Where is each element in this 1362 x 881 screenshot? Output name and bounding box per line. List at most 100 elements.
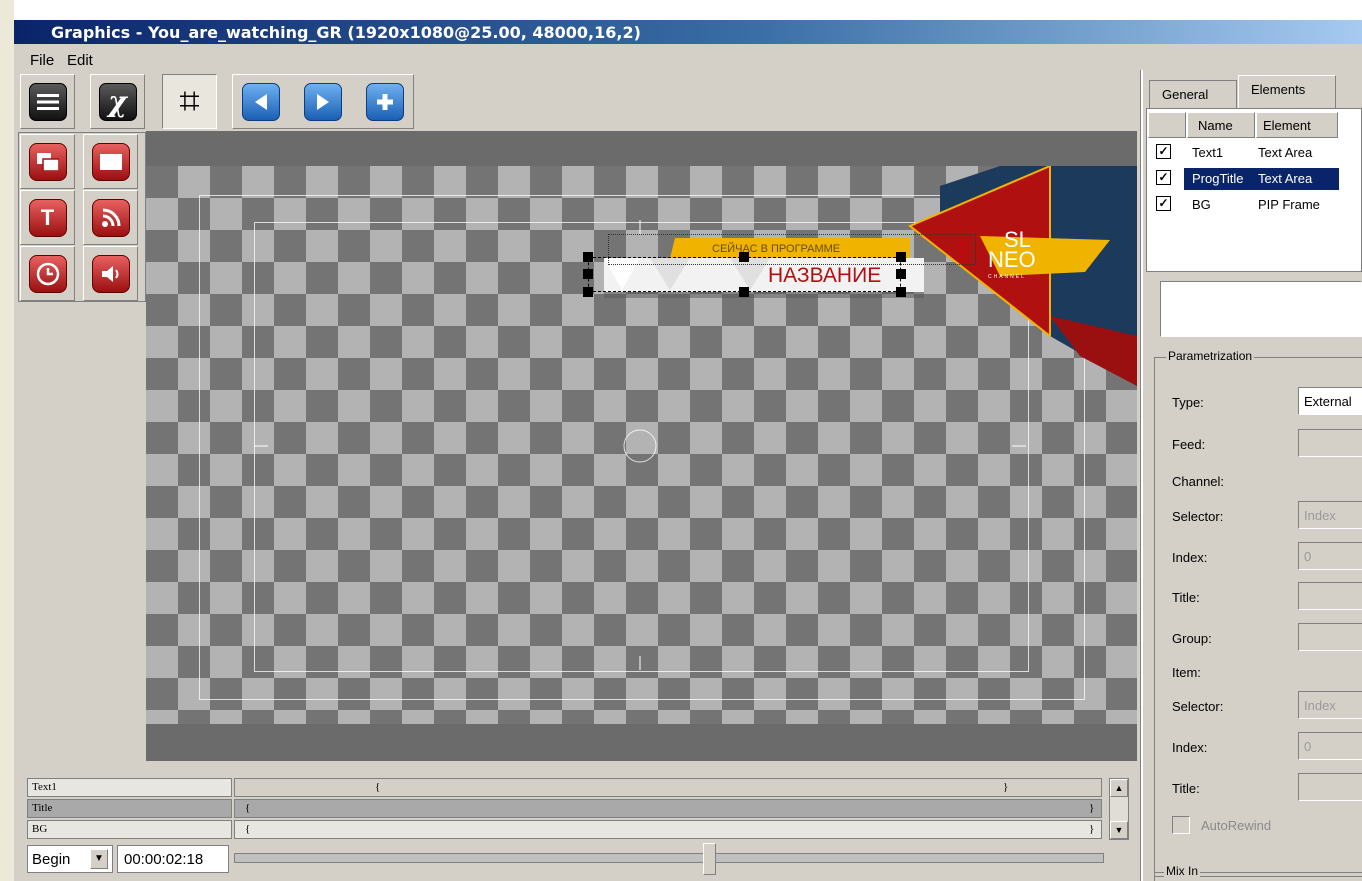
track-close: } [1089, 802, 1095, 814]
channel-index-field[interactable]: 0 [1298, 542, 1362, 570]
element-bounds [608, 234, 976, 265]
panel-divider[interactable] [1140, 70, 1143, 881]
lines-icon [28, 82, 67, 121]
preview-box [1160, 281, 1362, 337]
title-bar: Graphics - You_are_watching_GR (1920x108… [14, 20, 1362, 44]
resize-handle-n[interactable] [739, 252, 749, 262]
speaker-icon [91, 254, 130, 293]
track-open: { [245, 802, 251, 814]
audio-tool[interactable] [83, 246, 138, 301]
channel-label: Channel: [1172, 474, 1225, 489]
arrow-left-icon [242, 83, 280, 121]
grid-button[interactable]: ⌗ [162, 74, 217, 129]
track-close: } [1003, 781, 1009, 793]
text-tool[interactable]: T [20, 190, 75, 245]
track-title[interactable]: { } [234, 799, 1102, 818]
parametrization-label: Parametrization [1166, 349, 1255, 363]
clock-tool[interactable] [20, 246, 75, 301]
mode-select[interactable]: Begin ▼ [27, 845, 113, 873]
autorewind-label: AutoRewind [1201, 818, 1272, 833]
index-label: Index: [1172, 550, 1208, 565]
row-element: PIP Frame [1258, 197, 1320, 212]
plus-icon [366, 83, 404, 121]
row-name: BG [1192, 197, 1211, 212]
chi-icon: χ [98, 82, 137, 121]
menu-file[interactable]: File [30, 52, 54, 69]
resize-handle-w[interactable] [583, 269, 593, 279]
feed-tool[interactable] [83, 190, 138, 245]
text-icon: T [28, 198, 67, 237]
row-checkbox[interactable]: ✓ [1156, 196, 1171, 211]
selector-label: Selector: [1172, 699, 1224, 714]
resize-handle-sw[interactable] [583, 287, 593, 297]
channel-selector-field[interactable]: Index [1298, 501, 1362, 529]
pip-tool[interactable] [20, 134, 75, 189]
logo-line2: NEO [988, 247, 1036, 272]
track-name-bg[interactable]: BG [27, 820, 232, 839]
playhead-track[interactable] [234, 853, 1104, 863]
grid-icon: ⌗ [179, 80, 200, 122]
feed-field[interactable] [1298, 429, 1362, 457]
group-field[interactable] [1298, 623, 1362, 651]
index-label: Index: [1172, 740, 1208, 755]
channel-title-field[interactable] [1298, 582, 1362, 610]
variables-button[interactable]: χ [90, 74, 145, 129]
item-index-field[interactable]: 0 [1298, 732, 1362, 760]
mix-in-label: Mix In [1164, 864, 1201, 878]
row-checkbox[interactable]: ✓ [1156, 170, 1171, 185]
window-title: Graphics - You_are_watching_GR (1920x108… [51, 23, 641, 42]
track-open: { [245, 823, 251, 835]
arrow-right-icon [304, 83, 342, 121]
menu-edit[interactable]: Edit [67, 52, 93, 69]
row-element: Text Area [1258, 145, 1313, 160]
prev-button[interactable] [242, 83, 280, 121]
clock-icon [28, 254, 67, 293]
row-element: Text Area [1258, 171, 1313, 186]
selector-label: Selector: [1172, 509, 1224, 524]
group-label: Group: [1172, 631, 1212, 646]
scroll-up-button[interactable]: ▲ [1110, 779, 1128, 797]
element-row[interactable]: ✓ Text1 Text Area [1156, 143, 1356, 165]
add-button[interactable] [366, 83, 404, 121]
tab-general[interactable]: General [1149, 80, 1237, 108]
track-text1[interactable]: { } [234, 778, 1102, 797]
chevron-down-icon[interactable]: ▼ [90, 849, 108, 869]
resize-handle-se[interactable] [896, 287, 906, 297]
scroll-down-button[interactable]: ▼ [1110, 821, 1128, 839]
title-label: Title: [1172, 590, 1200, 605]
tab-elements[interactable]: Elements [1238, 75, 1336, 108]
desktop-top-strip [0, 0, 1362, 20]
row-name: ProgTitle [1192, 171, 1244, 186]
track-name-title[interactable]: Title [27, 799, 232, 818]
timecode-field[interactable]: 00:00:02:18 [117, 845, 229, 873]
resize-handle-ne[interactable] [896, 252, 906, 262]
autorewind-checkbox[interactable] [1172, 816, 1190, 834]
element-row-selected[interactable]: ✓ ProgTitle Text Area [1156, 168, 1356, 191]
resize-handle-nw[interactable] [583, 252, 593, 262]
item-label: Item: [1172, 665, 1201, 680]
element-column-header[interactable]: Element [1256, 112, 1338, 138]
resize-handle-s[interactable] [739, 287, 749, 297]
row-name: Text1 [1192, 145, 1224, 160]
logo-line3: CHANNEL [988, 274, 1026, 280]
track-name-text1[interactable]: Text1 [27, 778, 232, 797]
rectangle-tool[interactable] [83, 134, 138, 189]
track-bg[interactable]: { } [234, 820, 1102, 839]
menu-bar [14, 44, 1362, 70]
check-column-header[interactable] [1148, 112, 1186, 138]
name-column-header[interactable]: Name [1187, 112, 1255, 138]
track-open: { [375, 781, 381, 793]
row-checkbox[interactable]: ✓ [1156, 144, 1171, 159]
type-label: Type: [1172, 395, 1204, 410]
type-select[interactable]: External [1298, 387, 1362, 415]
timecode-value: 00:00:02:18 [124, 851, 204, 868]
desktop-left-strip [0, 0, 14, 881]
resize-handle-e[interactable] [896, 269, 906, 279]
item-selector-field[interactable]: Index [1298, 691, 1362, 719]
playhead-slider[interactable] [703, 843, 716, 875]
align-button[interactable] [20, 74, 75, 129]
item-title-field[interactable] [1298, 773, 1362, 801]
element-row[interactable]: ✓ BG PIP Frame [1156, 195, 1356, 217]
track-close: } [1089, 823, 1095, 835]
next-button[interactable] [304, 83, 342, 121]
